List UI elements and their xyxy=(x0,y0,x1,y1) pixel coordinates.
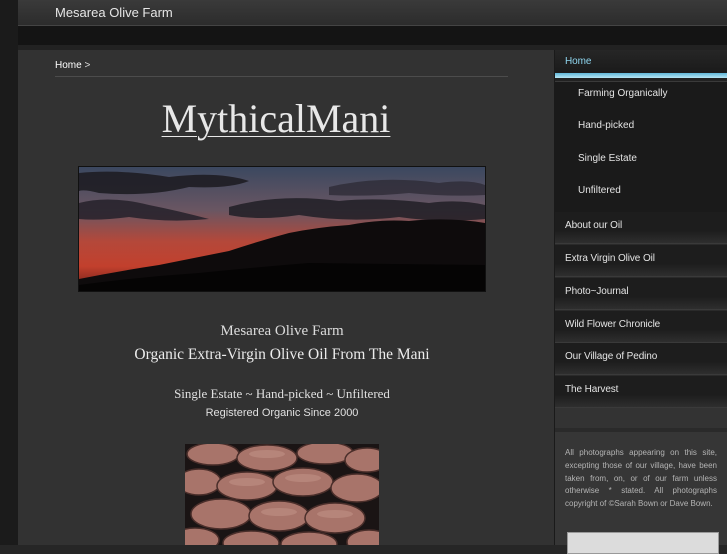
breadcrumb-home-link[interactable]: Home xyxy=(55,60,82,71)
sidebar-item-label: Our Village of Pedino xyxy=(565,351,658,362)
header-strip xyxy=(18,26,727,45)
sidebar-item-wild-flower-chronicle[interactable]: Wild Flower Chronicle xyxy=(555,311,727,343)
top-header-bar: Mesarea Olive Farm xyxy=(18,0,727,26)
sidebar-item-label: Extra Virgin Olive Oil xyxy=(565,253,655,264)
sidebar-item-label: Home xyxy=(565,56,592,67)
sidebar-subitem-hand-picked[interactable]: Hand-picked xyxy=(578,120,634,131)
sidebar-spacer xyxy=(555,408,727,428)
breadcrumb-divider xyxy=(55,76,508,77)
sidebar-item-photo-journal[interactable]: Photo~Journal xyxy=(555,278,727,310)
sidebar-item-home[interactable]: Home xyxy=(555,50,727,82)
sidebar-item-label: The Harvest xyxy=(565,384,619,395)
farm-name-heading: Mesarea Olive Farm xyxy=(220,323,344,339)
sidebar-item-label: Wild Flower Chronicle xyxy=(565,319,661,330)
sidebar-subitem-single-estate[interactable]: Single Estate xyxy=(578,153,637,164)
sidebar-subitem-farming-organically[interactable]: Farming Organically xyxy=(578,88,667,99)
registered-organic-text: Registered Organic Since 2000 xyxy=(205,407,359,419)
olive-sacks-svg xyxy=(185,444,379,545)
sunset-hero-image xyxy=(78,166,486,292)
page-left-edge xyxy=(0,0,18,545)
sidebar-subitem-unfiltered[interactable]: Unfiltered xyxy=(578,185,621,196)
sidebar-item-the-harvest[interactable]: The Harvest xyxy=(555,376,727,408)
farm-badge-image xyxy=(567,532,719,554)
sidebar-item-about-our-oil[interactable]: About our Oil xyxy=(555,212,727,244)
breadcrumb: Home > xyxy=(55,60,90,71)
site-logo[interactable]: MythicalMani xyxy=(18,95,534,142)
main-content: Home > MythicalMani Mesarea Olive Farm O… xyxy=(18,50,554,545)
sidebar-item-label: About our Oil xyxy=(565,220,623,231)
sidebar-submenu: Farming Organically Hand-picked Single E… xyxy=(555,82,727,212)
sidebar-item-our-village-of-pedino[interactable]: Our Village of Pedino xyxy=(555,343,727,375)
sidebar-item-label: Photo~Journal xyxy=(565,286,629,297)
photo-copyright-note: All photographs appearing on this site, … xyxy=(565,448,717,509)
site-title[interactable]: Mesarea Olive Farm xyxy=(55,5,173,20)
active-indicator-bar xyxy=(555,73,727,78)
tagline: Single Estate ~ Hand-picked ~ Unfiltered xyxy=(174,386,390,401)
olive-sacks-photo xyxy=(185,444,379,545)
main-headline: Organic Extra-Virgin Olive Oil From The … xyxy=(134,346,430,363)
photo-copyright-box: All photographs appearing on this site, … xyxy=(555,432,727,554)
sidebar-nav: Home Farming Organically Hand-picked Sin… xyxy=(555,50,727,554)
sidebar-item-extra-virgin-olive-oil[interactable]: Extra Virgin Olive Oil xyxy=(555,245,727,277)
breadcrumb-separator: > xyxy=(84,60,91,71)
sunset-landscape-svg xyxy=(79,167,485,291)
